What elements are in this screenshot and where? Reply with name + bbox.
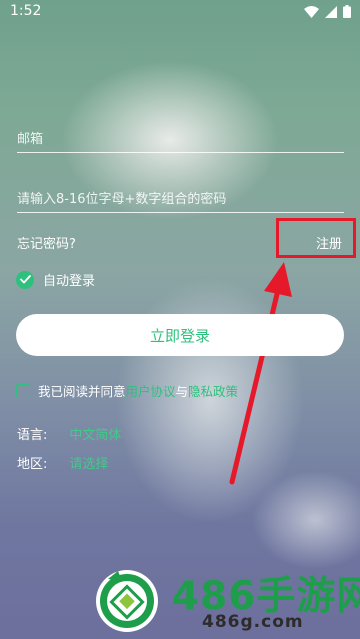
- auto-login-toggle[interactable]: 自动登录: [16, 270, 95, 289]
- login-button[interactable]: 立即登录: [16, 314, 344, 356]
- region-label: 地区:: [17, 457, 48, 472]
- region-select[interactable]: 请选择: [69, 453, 108, 472]
- agreement-row: 我已阅读并同意用户协议与隐私政策: [16, 381, 238, 400]
- agreement-checkbox[interactable]: [16, 383, 30, 398]
- watermark-logo-icon: [96, 570, 158, 632]
- privacy-policy-link[interactable]: 隐私政策: [188, 384, 238, 399]
- site-watermark: 486手游网 486g.com: [92, 563, 360, 639]
- login-screen: 1:52 忘记密码? 注册 自动登录 立即登录 我已阅读并同意用户协议与隐私政策…: [0, 0, 360, 639]
- language-select[interactable]: 中文简体: [69, 424, 121, 443]
- region-setting: 地区: 请选择: [17, 453, 108, 472]
- language-label: 语言:: [17, 428, 48, 443]
- check-circle-icon: [16, 270, 34, 289]
- language-setting: 语言: 中文简体: [17, 424, 121, 443]
- auto-login-label: 自动登录: [43, 274, 96, 289]
- watermark-url: 486g.com: [202, 612, 304, 632]
- user-agreement-link[interactable]: 用户协议: [126, 384, 176, 399]
- agreement-text: 我已阅读并同意用户协议与隐私政策: [38, 381, 238, 400]
- agreement-conjunction: 与: [175, 384, 189, 399]
- agreement-prefix: 我已阅读并同意: [38, 384, 126, 399]
